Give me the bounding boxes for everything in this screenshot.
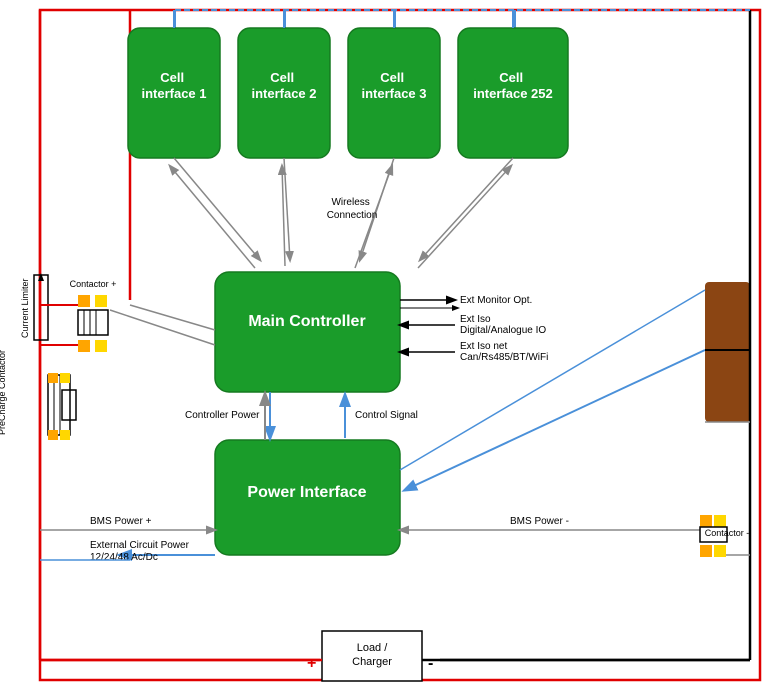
svg-text:Power Interface: Power Interface <box>247 484 366 501</box>
svg-text:Current Limiter: Current Limiter <box>20 278 30 338</box>
svg-text:Ext Monitor Opt.: Ext Monitor Opt. <box>460 295 532 306</box>
svg-text:Digital/Analogue IO: Digital/Analogue IO <box>460 325 546 336</box>
diagram-svg: Cell interface 1 Cell interface 2 Cell i… <box>0 0 775 696</box>
svg-text:PreCharge Contactor: PreCharge Contactor <box>0 350 7 435</box>
svg-text:Control Signal: Control Signal <box>355 410 418 421</box>
svg-text:External Circuit Power: External Circuit Power <box>90 540 190 551</box>
svg-text:Load /: Load / <box>357 642 389 654</box>
svg-text:BMS Power +: BMS Power + <box>90 516 152 527</box>
svg-text:12/24/48 Ac/Dc: 12/24/48 Ac/Dc <box>90 552 158 563</box>
svg-text:+: + <box>307 655 316 672</box>
svg-text:Ext Iso net: Ext Iso net <box>460 341 507 352</box>
svg-text:Ext Iso: Ext Iso <box>460 314 491 325</box>
svg-text:Can/Rs485/BT/WiFi: Can/Rs485/BT/WiFi <box>460 352 548 363</box>
svg-text:Wireless Connection: Wireless Connection <box>327 197 378 221</box>
svg-text:Controller Power: Controller Power <box>185 410 260 421</box>
svg-text:BMS Power -: BMS Power - <box>510 516 569 527</box>
svg-text:Contactor -: Contactor - <box>705 528 750 538</box>
svg-text:Charger: Charger <box>352 656 392 668</box>
diagram-container: Cell interface 1 Cell interface 2 Cell i… <box>0 0 775 696</box>
svg-text:Current Sensor: Current Sensor <box>746 316 757 389</box>
svg-text:Main Controller: Main Controller <box>248 313 365 330</box>
svg-text:Contactor +: Contactor + <box>70 279 117 289</box>
svg-text:-: - <box>428 655 433 672</box>
